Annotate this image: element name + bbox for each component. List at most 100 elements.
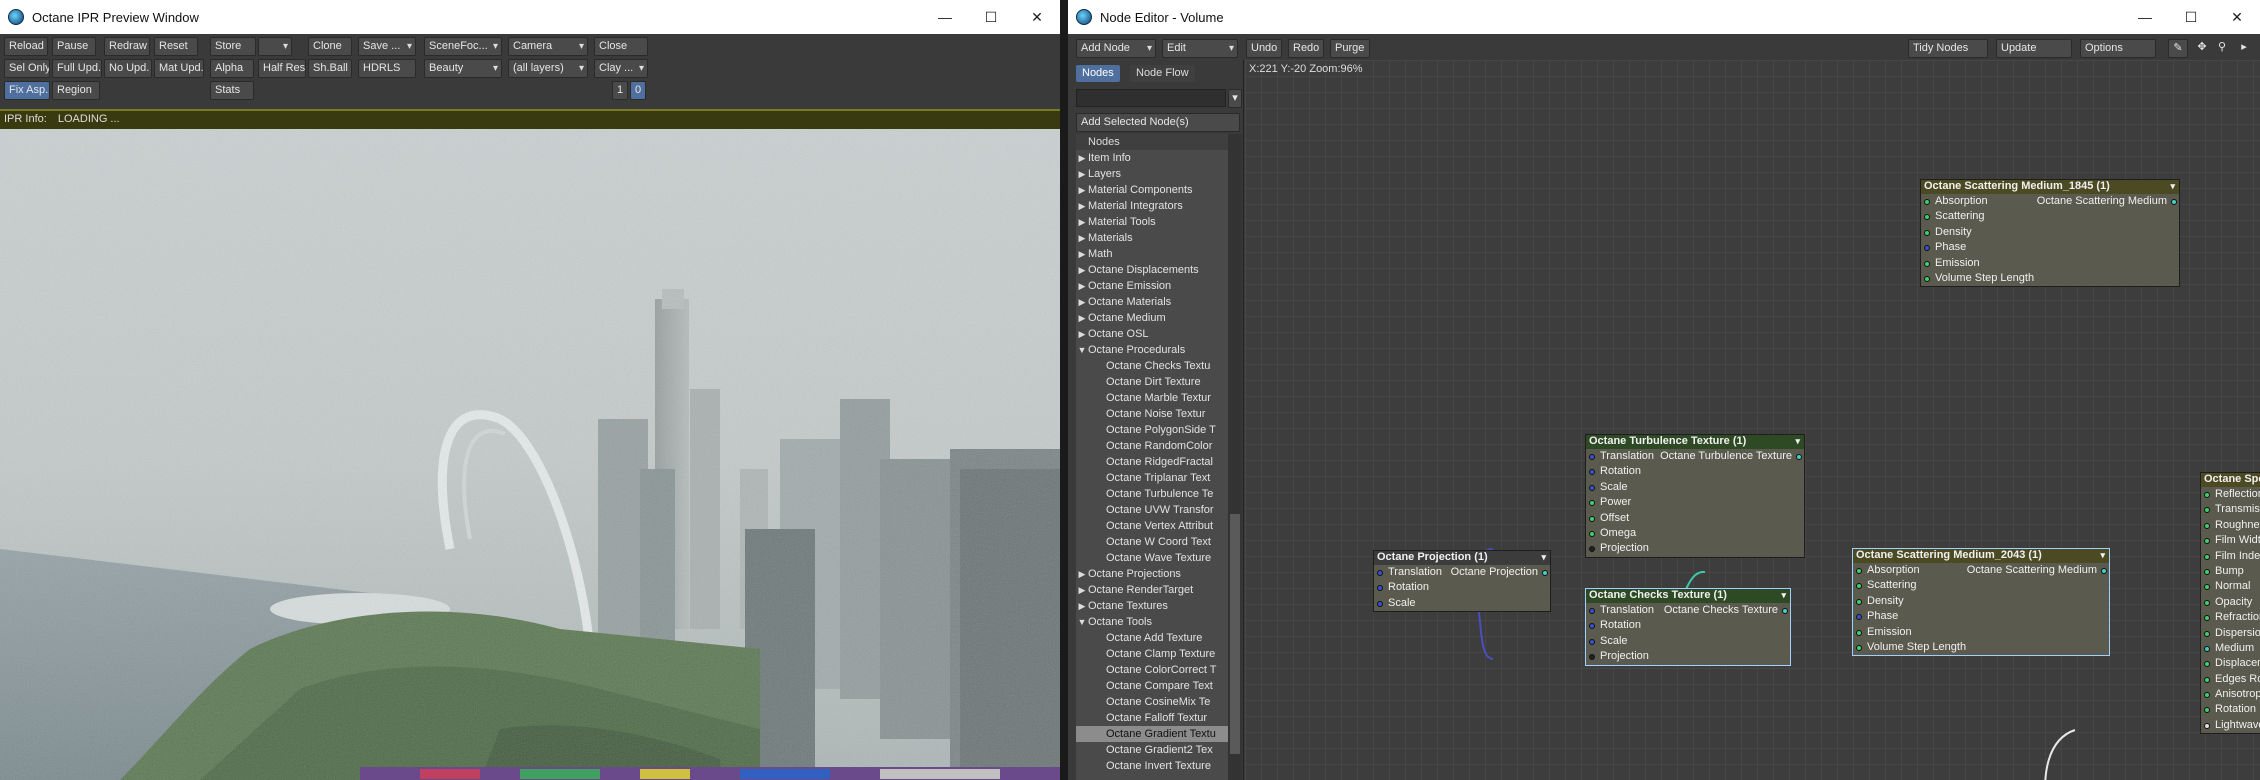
input-port-dot-icon[interactable] <box>1856 583 1862 590</box>
tree-node-octane-gradient2-tex[interactable]: Octane Gradient2 Tex <box>1076 742 1228 758</box>
node-title[interactable]: Octane Projection (1) <box>1374 551 1550 565</box>
page-zero-button[interactable]: 0 <box>630 81 646 100</box>
input-port-dot-icon[interactable] <box>1589 454 1595 460</box>
tree-node-octane-w-coord-text[interactable]: Octane W Coord Text <box>1076 534 1228 550</box>
reset-button[interactable]: Reset <box>154 37 198 56</box>
tree-category-materials[interactable]: ▶ Materials <box>1076 230 1228 246</box>
tree-node-octane-dirt-texture[interactable]: Octane Dirt Texture <box>1076 374 1228 390</box>
reload-button[interactable]: Reload <box>4 37 48 56</box>
tree-node-octane-cosinemix-te[interactable]: Octane CosineMix Te <box>1076 694 1228 710</box>
input-port-dot-icon[interactable] <box>1924 245 1930 252</box>
tree-node-octane-vertex-attribut[interactable]: Octane Vertex Attribut <box>1076 518 1228 534</box>
tree-category-material-tools[interactable]: ▶ Material Tools <box>1076 214 1228 230</box>
pen-icon[interactable]: ✎ <box>2168 39 2188 58</box>
edit-dropdown[interactable]: Edit <box>1162 39 1238 58</box>
tree-node-octane-uvw-transfor[interactable]: Octane UVW Transfor <box>1076 502 1228 518</box>
tree-node-octane-ridgedfractal[interactable]: Octane RidgedFractal <box>1076 454 1228 470</box>
port-rotation[interactable]: Rotation <box>1586 618 1790 633</box>
tree-node-octane-polygonside-t[interactable]: Octane PolygonSide T <box>1076 422 1228 438</box>
stats-button[interactable]: Stats <box>210 81 254 100</box>
tree-category-octane-displacements[interactable]: ▶ Octane Displacements <box>1076 262 1228 278</box>
tree-category-octane-medium[interactable]: ▶ Octane Medium <box>1076 310 1228 326</box>
port-dispersion[interactable]: Dispersion <box>2201 626 2260 641</box>
port-emission[interactable]: Emission <box>1921 256 2179 271</box>
port-anisotropy[interactable]: Anisotropy <box>2201 687 2260 702</box>
input-port-dot-icon[interactable] <box>1924 214 1930 221</box>
input-port-dot-icon[interactable] <box>1377 585 1383 592</box>
tree-node-octane-invert-texture[interactable]: Octane Invert Texture <box>1076 758 1228 774</box>
tree-node-octane-gradient-textu[interactable]: Octane Gradient Textu <box>1076 726 1228 742</box>
output-port-dot-icon[interactable] <box>1542 570 1548 576</box>
input-port-dot-icon[interactable] <box>1856 568 1862 574</box>
port-rotation[interactable]: Rotation <box>1586 464 1804 479</box>
port-volume-step-length[interactable]: Volume Step Length <box>1921 271 2179 286</box>
node-scattering-medium-2043[interactable]: Octane Scattering Medium_2043 (1) Absorp… <box>1852 548 2110 657</box>
tree-scrollbar[interactable] <box>1228 134 1242 780</box>
port-rotation[interactable]: Rotation <box>1374 580 1550 595</box>
node-scattering-medium-1845[interactable]: Octane Scattering Medium_1845 (1) Absorp… <box>1920 179 2180 288</box>
port-power[interactable]: Power <box>1586 495 1804 510</box>
full-update-button[interactable]: Full Upd. <box>52 59 102 78</box>
port-projection[interactable]: Projection <box>1586 541 1804 556</box>
input-port-dot-icon[interactable] <box>2204 568 2210 575</box>
hdrls-button[interactable]: HDRLS <box>358 59 416 78</box>
port-roughness[interactable]: Roughness <box>2201 518 2260 533</box>
region-button[interactable]: Region <box>52 81 100 100</box>
port-density[interactable]: Density <box>1853 594 2109 609</box>
redo-button[interactable]: Redo <box>1288 39 1324 58</box>
input-port-dot-icon[interactable] <box>2204 599 2210 606</box>
node-checks-texture[interactable]: Octane Checks Texture (1) Translation Oct… <box>1585 588 1791 666</box>
port-projection[interactable]: Projection <box>1586 649 1790 664</box>
tab-nodes[interactable]: Nodes <box>1076 65 1120 82</box>
port-scattering[interactable]: Scattering <box>1921 209 2179 224</box>
clone-button[interactable]: Clone <box>308 37 352 56</box>
tree-category-item-info[interactable]: ▶ Item Info <box>1076 150 1228 166</box>
tree-category-material-components[interactable]: ▶ Material Components <box>1076 182 1228 198</box>
input-port-dot-icon[interactable] <box>1856 644 1862 651</box>
tree-category-procedurals[interactable]: ▼ Octane Procedurals <box>1076 342 1228 358</box>
maximize-icon[interactable]: ☐ <box>2168 0 2214 34</box>
update-button[interactable]: Update <box>1996 39 2072 58</box>
input-port-dot-icon[interactable] <box>1589 484 1595 491</box>
input-port-dot-icon[interactable] <box>2204 676 2210 683</box>
port-medium[interactable]: Medium <box>2201 641 2260 656</box>
node-graph-canvas[interactable]: X:221 Y:-20 Zoom:96% Octane Scattering M… <box>1245 60 2260 780</box>
tree-node-octane-falloff-textur[interactable]: Octane Falloff Textur <box>1076 710 1228 726</box>
input-port-dot-icon[interactable] <box>1924 199 1930 205</box>
tree-category-octane-projections[interactable]: ▶ Octane Projections <box>1076 566 1228 582</box>
output-port-dot-icon[interactable] <box>2171 199 2177 205</box>
tree-node-octane-triplanar-text[interactable]: Octane Triplanar Text <box>1076 470 1228 486</box>
port-reflection[interactable]: ReflectionO <box>2201 487 2260 502</box>
port-volume-step-length[interactable]: Volume Step Length <box>1853 640 2109 655</box>
input-port-dot-icon[interactable] <box>2204 507 2210 514</box>
output-port-dot-icon[interactable] <box>2101 568 2107 574</box>
tree-node-octane-noise-textur[interactable]: Octane Noise Textur <box>1076 406 1228 422</box>
input-port-dot-icon[interactable] <box>1589 546 1595 553</box>
input-port-dot-icon[interactable] <box>1589 530 1595 537</box>
tree-category-layers[interactable]: ▶ Layers <box>1076 166 1228 182</box>
close-icon[interactable]: ✕ <box>1014 0 1060 34</box>
tree-category-math[interactable]: ▶ Math <box>1076 246 1228 262</box>
shader-ball-button[interactable]: Sh.Ball <box>308 59 352 78</box>
tree-node-octane-marble-textur[interactable]: Octane Marble Textur <box>1076 390 1228 406</box>
move-icon[interactable]: ✥ <box>2192 39 2212 58</box>
mat-update-button[interactable]: Mat Upd. <box>154 59 204 78</box>
port-normal[interactable]: Normal <box>2201 579 2260 594</box>
input-port-dot-icon[interactable] <box>1924 229 1930 236</box>
store-button[interactable]: Store <box>210 37 256 56</box>
clay-mode-dropdown[interactable]: Clay ... <box>594 59 648 78</box>
tree-node-octane-turbulence-te[interactable]: Octane Turbulence Te <box>1076 486 1228 502</box>
tree-category-octane-osl[interactable]: ▶ Octane OSL <box>1076 326 1228 342</box>
port-phase[interactable]: Phase <box>1853 609 2109 624</box>
input-port-dot-icon[interactable] <box>1856 614 1862 621</box>
port-film-width[interactable]: Film Width <box>2201 533 2260 548</box>
tree-category-octane-emission[interactable]: ▶ Octane Emission <box>1076 278 1228 294</box>
node-projection[interactable]: Octane Projection (1) Translation Octane … <box>1373 550 1551 613</box>
maximize-icon[interactable]: ☐ <box>968 0 1014 34</box>
filter-chevron-down-icon[interactable]: ▾ <box>1228 89 1242 108</box>
port-scale[interactable]: Scale <box>1586 480 1804 495</box>
tree-node-octane-compare-text[interactable]: Octane Compare Text <box>1076 678 1228 694</box>
tree-category-tools[interactable]: ▼ Octane Tools <box>1076 614 1228 630</box>
tree-node-octane-colorcorrect-t[interactable]: Octane ColorCorrect T <box>1076 662 1228 678</box>
store-slot-dropdown[interactable] <box>258 37 292 56</box>
